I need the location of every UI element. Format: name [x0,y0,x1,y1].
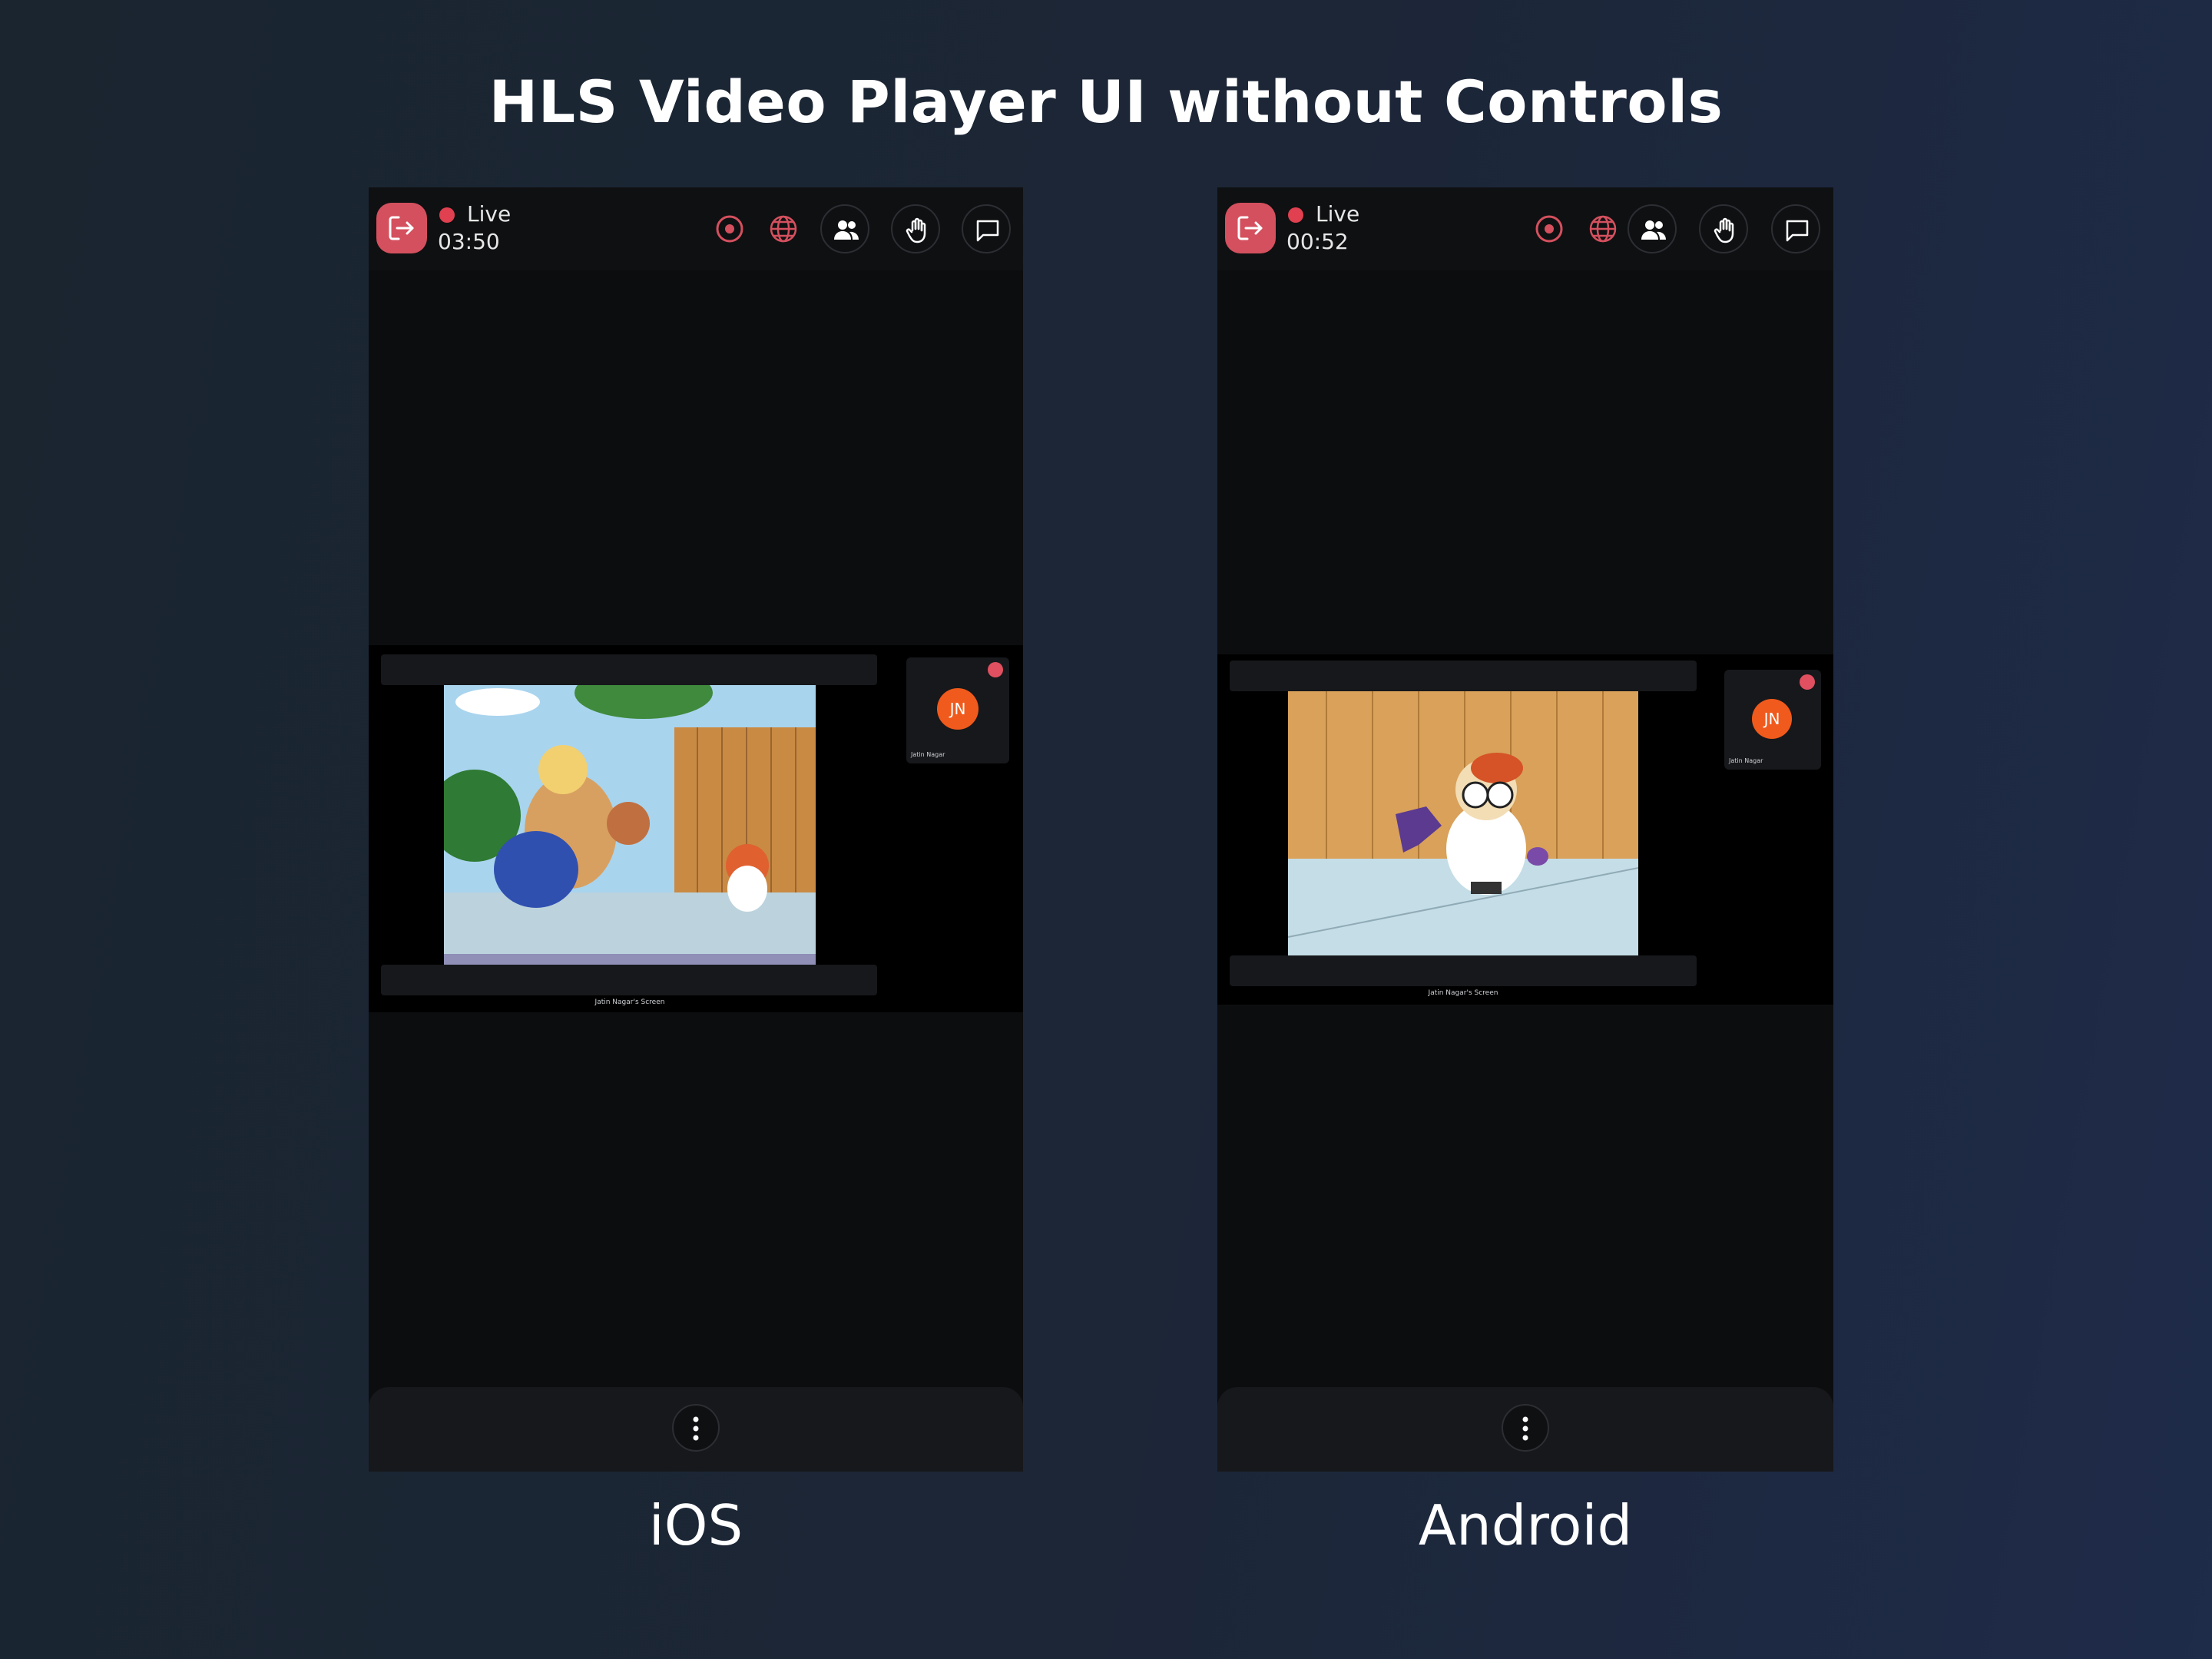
shared-screen-video[interactable] [444,685,816,965]
video-top-bar [381,654,877,685]
shared-screen-video[interactable] [1288,691,1638,955]
ios-phone-screen: Live 03:50 Jatin Nagar's Screen JN Jatin… [369,187,1023,1472]
participants-button[interactable] [1628,204,1677,253]
bottom-bar [369,1387,1023,1472]
platform-label-ios: iOS [648,1493,743,1558]
live-indicator-dot [1288,207,1303,223]
more-vertical-icon [1522,1416,1528,1441]
record-icon[interactable] [1534,214,1565,244]
hls-video-area: Jatin Nagar's Screen JN Jatin Nagar [369,645,1023,1012]
leave-icon [389,216,414,240]
cartoon-video-frame [1288,691,1638,955]
leave-button[interactable] [376,203,427,253]
screen-share-label: Jatin Nagar's Screen [594,998,665,1006]
participant-tile[interactable]: JN Jatin Nagar [906,657,1009,763]
more-options-button[interactable] [672,1404,720,1452]
globe-icon[interactable] [768,214,799,244]
top-header-bar: Live 00:52 [1217,187,1833,270]
avatar: JN [1752,699,1792,739]
more-vertical-icon [693,1416,699,1441]
top-header-bar: Live 03:50 [369,187,1023,270]
video-bottom-bar [1230,955,1697,986]
hls-video-area: Jatin Nagar's Screen JN Jatin Nagar [1217,654,1833,1005]
leave-icon [1237,216,1263,240]
bottom-bar [1217,1387,1833,1472]
avatar: JN [937,688,979,730]
chat-icon [976,220,999,242]
mic-off-icon [1800,674,1815,690]
participant-name: Jatin Nagar [911,751,945,758]
video-top-bar [1230,661,1697,691]
screen-share-label: Jatin Nagar's Screen [1428,989,1498,997]
participants-button[interactable] [820,204,869,253]
more-options-button[interactable] [1502,1404,1549,1452]
android-phone-screen: Live 00:52 Jatin Nagar's Screen JN Jatin… [1217,187,1833,1472]
cartoon-video-frame [444,685,816,965]
record-icon[interactable] [714,214,745,244]
raise-hand-button[interactable] [891,204,940,253]
live-timer: 03:50 [438,229,500,254]
mic-off-icon [988,662,1003,677]
hand-raise-icon [1714,217,1734,243]
raise-hand-button[interactable] [1699,204,1748,253]
leave-button[interactable] [1225,203,1276,253]
video-bottom-bar [381,965,877,995]
chat-button[interactable] [1771,204,1820,253]
chat-button[interactable] [962,204,1011,253]
participant-name: Jatin Nagar [1729,757,1763,764]
participant-tile[interactable]: JN Jatin Nagar [1724,670,1821,770]
hand-raise-icon [906,217,926,243]
chat-icon [1786,220,1809,242]
live-label: Live [1316,201,1360,227]
participants-icon [1641,220,1666,240]
live-label: Live [467,201,512,227]
page-title: HLS Video Player UI without Controls [488,68,1724,136]
live-indicator-dot [439,207,455,223]
participants-icon [834,220,859,240]
live-timer: 00:52 [1286,229,1349,254]
globe-icon[interactable] [1588,214,1618,244]
platform-label-android: Android [1418,1493,1633,1558]
